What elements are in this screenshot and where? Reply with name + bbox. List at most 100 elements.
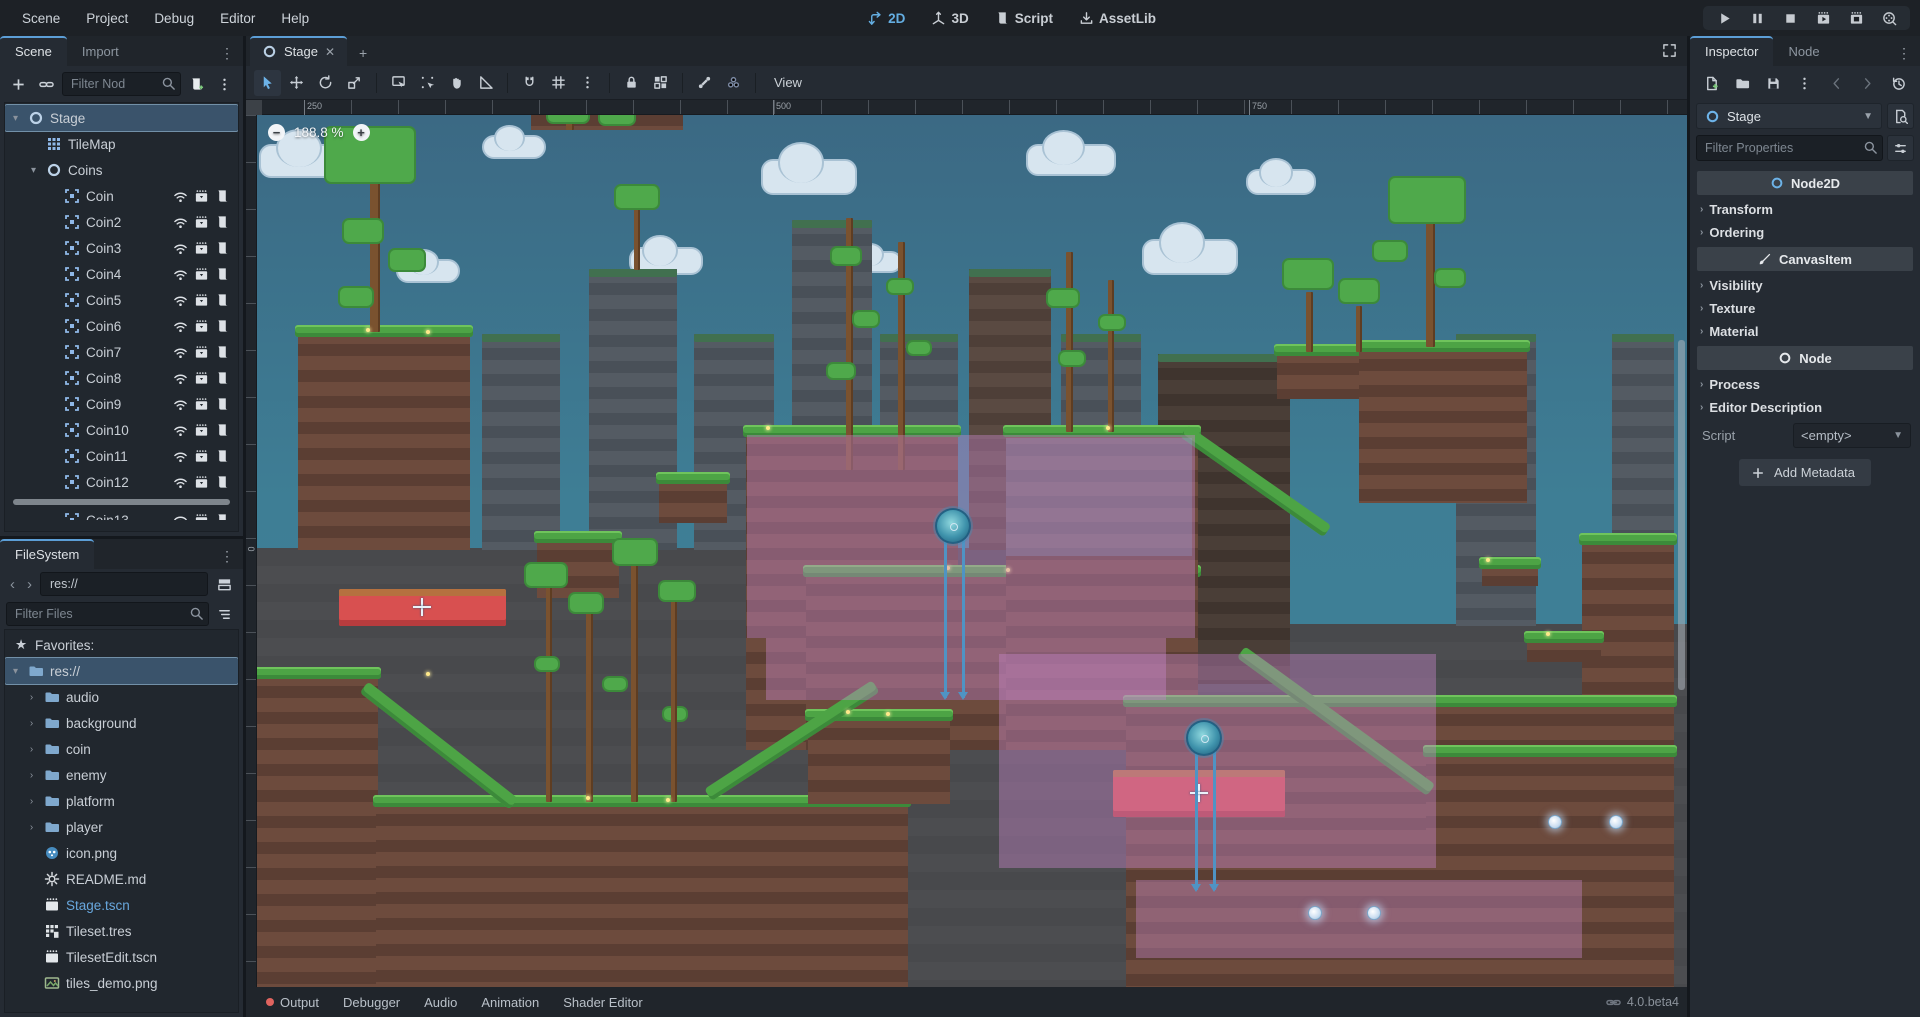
signal-badge-icon[interactable] <box>173 293 188 308</box>
zoom-level[interactable]: 188.8 % <box>294 125 344 140</box>
lock-tool-button[interactable] <box>618 70 645 96</box>
grid-snap-tool-button[interactable] <box>545 70 572 96</box>
fs-row-icon-png[interactable]: icon.png <box>5 840 238 866</box>
group-badge-icon[interactable] <box>194 513 209 521</box>
filter-properties-input[interactable] <box>1696 135 1883 161</box>
scene-tree-row-coin8[interactable]: Coin8 <box>5 365 238 391</box>
scene-tree-row-coin12[interactable]: Coin12 <box>5 469 238 495</box>
bottom-panel-output[interactable]: Output <box>254 987 331 1017</box>
enemy-sprite[interactable] <box>935 508 971 544</box>
select-tool-button[interactable] <box>254 70 281 96</box>
class-header-node[interactable]: Node <box>1697 346 1913 370</box>
scene-tree-row-coin11[interactable]: Coin11 <box>5 443 238 469</box>
filesystem-dock-menu-icon[interactable]: ⋮ <box>211 544 243 569</box>
close-tab-icon[interactable]: ✕ <box>325 45 335 59</box>
signal-badge-icon[interactable] <box>173 475 188 490</box>
ik-tool-button[interactable] <box>720 70 747 96</box>
coin-sprite[interactable] <box>1308 906 1322 920</box>
signal-badge-icon[interactable] <box>173 241 188 256</box>
coin-sprite[interactable] <box>1609 815 1623 829</box>
play-scene-button[interactable] <box>1814 9 1832 27</box>
fs-row-stage-tscn[interactable]: Stage.tscn <box>5 892 238 918</box>
scene-tree-row-coins[interactable]: ▾Coins <box>5 157 238 183</box>
pan-tool-button[interactable] <box>443 70 470 96</box>
scene-tree-row-coin10[interactable]: Coin10 <box>5 417 238 443</box>
add-metadata-button[interactable]: Add Metadata <box>1739 459 1871 486</box>
history-back-icon[interactable]: ‹ <box>6 576 19 593</box>
expander-icon[interactable]: › <box>25 744 38 755</box>
expander-icon[interactable]: › <box>25 692 38 703</box>
rotate-tool-button[interactable] <box>312 70 339 96</box>
script-value-dropdown[interactable]: <empty>▼ <box>1793 423 1911 448</box>
history-button[interactable] <box>1890 70 1908 96</box>
menu-scene[interactable]: Scene <box>10 6 72 31</box>
open-docs-icon[interactable] <box>1887 103 1914 129</box>
class-header-canvasitem[interactable]: CanvasItem <box>1697 247 1913 271</box>
scene-tree-row-coin3[interactable]: Coin3 <box>5 235 238 261</box>
expander-icon[interactable]: › <box>25 770 38 781</box>
list-select-tool-button[interactable] <box>385 70 412 96</box>
scale-tool-button[interactable] <box>341 70 368 96</box>
tab-import[interactable]: Import <box>67 36 134 66</box>
group-badge-icon[interactable] <box>194 449 209 464</box>
tab-inspector[interactable]: Inspector <box>1690 36 1773 66</box>
instance-scene-button[interactable] <box>34 72 59 96</box>
group-badge-icon[interactable] <box>194 475 209 490</box>
sort-files-icon[interactable] <box>212 602 237 626</box>
menu-editor[interactable]: Editor <box>208 6 267 31</box>
current-path[interactable]: res:// <box>40 572 208 596</box>
bottom-panel-debugger[interactable]: Debugger <box>331 987 412 1017</box>
signal-badge-icon[interactable] <box>173 423 188 438</box>
zoom-in-button[interactable]: + <box>353 124 370 141</box>
script-badge-icon[interactable] <box>215 345 230 360</box>
group-badge-icon[interactable] <box>194 319 209 334</box>
scene-tree-row-coin[interactable]: Coin <box>5 183 238 209</box>
menu-help[interactable]: Help <box>269 6 321 31</box>
fs-row-tileset-tres[interactable]: Tileset.tres <box>5 918 238 944</box>
forward-button[interactable] <box>1858 70 1876 96</box>
zoom-out-button[interactable]: − <box>268 124 285 141</box>
bone-tool-button[interactable] <box>691 70 718 96</box>
bottom-panel-shader-editor[interactable]: Shader Editor <box>551 987 655 1017</box>
script-badge-icon[interactable] <box>215 423 230 438</box>
tab-scene[interactable]: Scene <box>0 36 67 66</box>
scene-tree-row-coin2[interactable]: Coin2 <box>5 209 238 235</box>
tab-menu-icon[interactable]: ⋮ <box>211 41 243 66</box>
fs-row-coin[interactable]: ›coin <box>5 736 238 762</box>
group-tool-button[interactable] <box>647 70 674 96</box>
scene-tree-row-coin9[interactable]: Coin9 <box>5 391 238 417</box>
scene-tree-row-coin13[interactable]: Coin13 <box>5 507 238 520</box>
property-group-editor-description[interactable]: ›Editor Description <box>1697 396 1913 419</box>
pivot-snap-tool-button[interactable] <box>414 70 441 96</box>
scene-tree-row-coin5[interactable]: Coin5 <box>5 287 238 313</box>
property-group-visibility[interactable]: ›Visibility <box>1697 274 1913 297</box>
scene-tree-row-coin4[interactable]: Coin4 <box>5 261 238 287</box>
scene-tree-row-stage[interactable]: ▾Stage <box>5 105 238 131</box>
script-badge-icon[interactable] <box>215 267 230 282</box>
collapse-icon[interactable]: ▾ <box>27 165 40 176</box>
signal-badge-icon[interactable] <box>173 215 188 230</box>
enemy-sprite[interactable] <box>1186 720 1222 756</box>
script-badge-icon[interactable] <box>215 371 230 386</box>
play-button[interactable] <box>1715 9 1733 27</box>
scene-tree-hscrollbar[interactable] <box>13 499 230 505</box>
resource-new-button[interactable] <box>1702 70 1720 96</box>
fs-row-tiles-demo-png[interactable]: tiles_demo.png <box>5 970 238 996</box>
signal-badge-icon[interactable] <box>173 449 188 464</box>
back-button[interactable] <box>1827 70 1845 96</box>
resource-load-button[interactable] <box>1733 70 1751 96</box>
signal-badge-icon[interactable] <box>173 189 188 204</box>
viewport-vertical-scrollbar[interactable] <box>1678 340 1685 690</box>
2d-viewport[interactable]: − 188.8 % + 2505007500 <box>246 100 1687 987</box>
signal-badge-icon[interactable] <box>173 267 188 282</box>
script-badge-icon[interactable] <box>215 319 230 334</box>
fs-row-player[interactable]: ›player <box>5 814 238 840</box>
signal-badge-icon[interactable] <box>173 345 188 360</box>
fs-row-background[interactable]: ›background <box>5 710 238 736</box>
signal-badge-icon[interactable] <box>173 513 188 521</box>
group-badge-icon[interactable] <box>194 241 209 256</box>
property-group-process[interactable]: ›Process <box>1697 373 1913 396</box>
coin-sprite[interactable] <box>1367 906 1381 920</box>
fs-row-enemy[interactable]: ›enemy <box>5 762 238 788</box>
property-tools-icon[interactable] <box>1887 135 1914 161</box>
